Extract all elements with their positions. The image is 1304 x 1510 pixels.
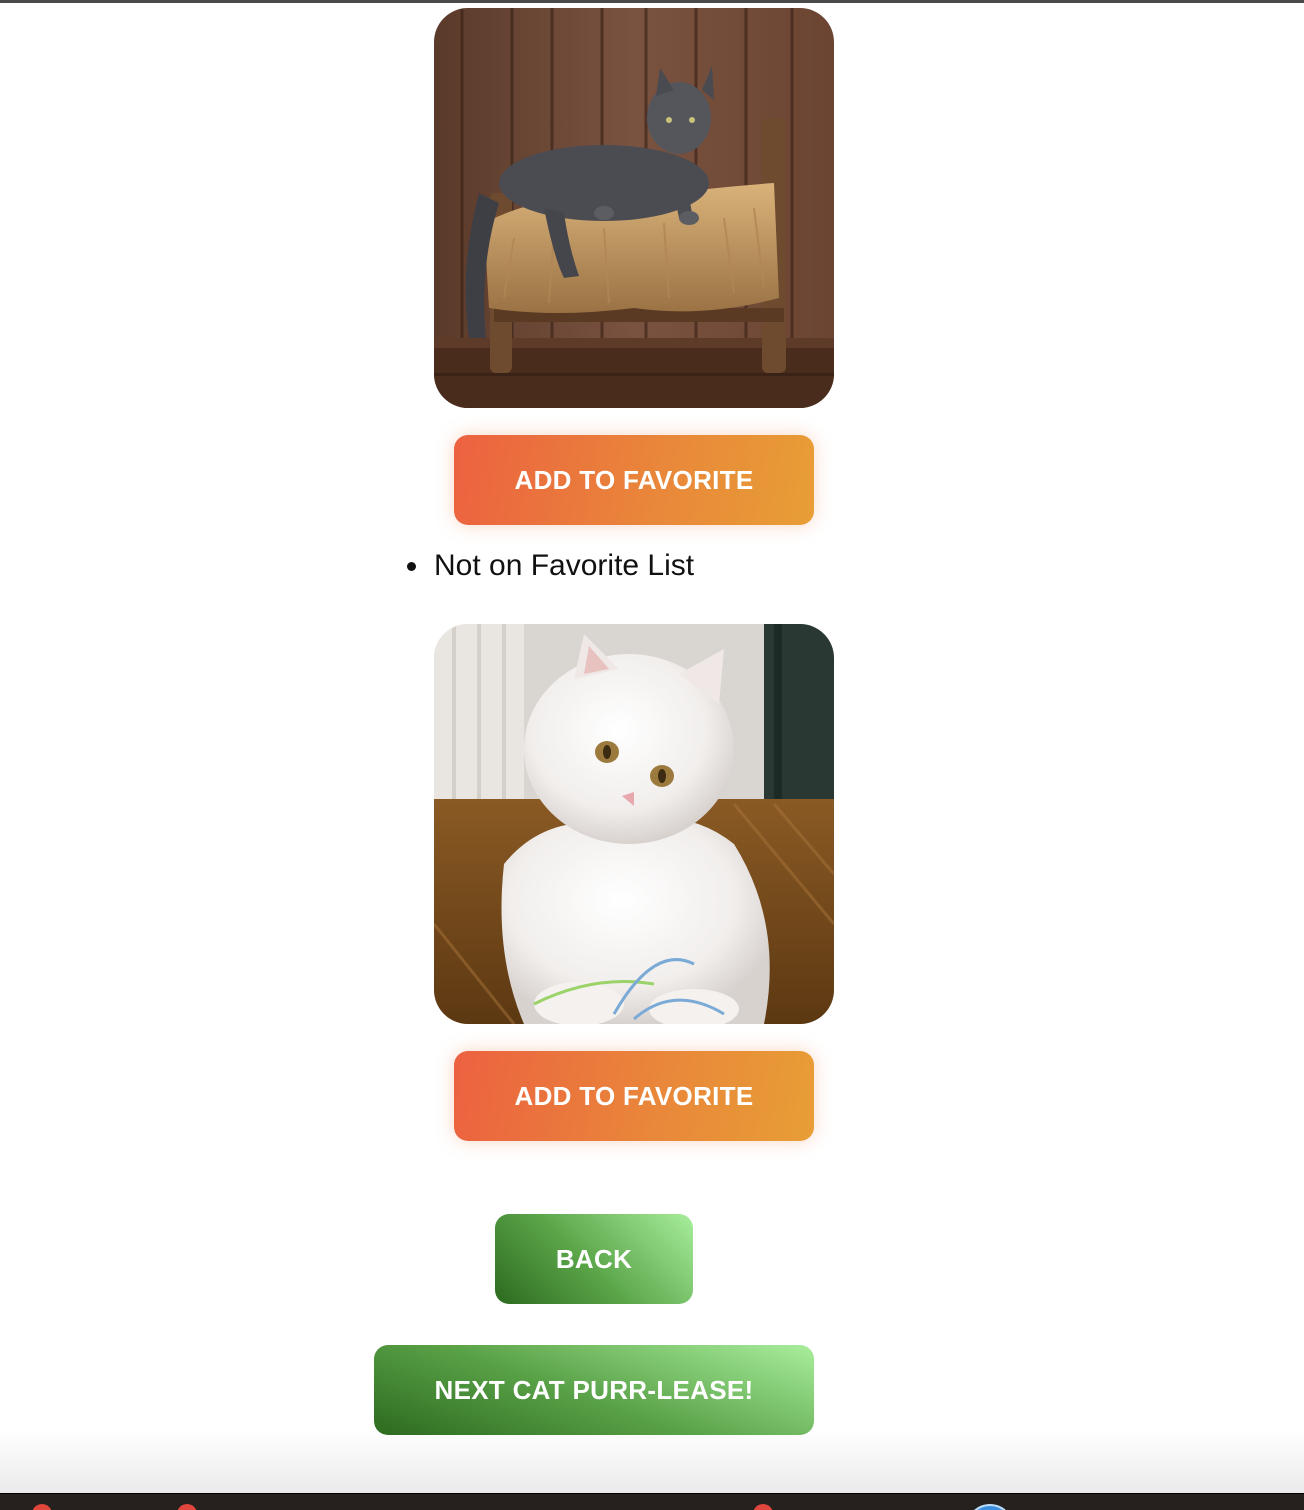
favorite-status-list: Not on Favorite List [404, 544, 694, 588]
taskbar-app-icon[interactable] [753, 1504, 773, 1510]
bullet-icon [407, 562, 416, 571]
add-to-favorite-button[interactable]: ADD TO FAVORITE [454, 1051, 814, 1141]
taskbar [0, 1493, 1304, 1510]
page: ADD TO FAVORITE Not on Favorite List ADD… [0, 0, 1304, 1510]
list-item: Not on Favorite List [404, 544, 694, 588]
taskbar-app-icon[interactable] [177, 1504, 197, 1510]
cat-photo-2 [434, 624, 834, 1024]
cat-photo-1 [434, 8, 834, 408]
add-to-favorite-button[interactable]: ADD TO FAVORITE [454, 435, 814, 525]
window-top-border [0, 0, 1304, 3]
back-button[interactable]: BACK [495, 1214, 693, 1304]
next-cat-button[interactable]: NEXT CAT PURR-LEASE! [374, 1345, 814, 1435]
taskbar-app-icon[interactable] [966, 1504, 1014, 1510]
taskbar-app-icon[interactable] [32, 1504, 52, 1510]
favorite-status-text: Not on Favorite List [434, 549, 695, 582]
